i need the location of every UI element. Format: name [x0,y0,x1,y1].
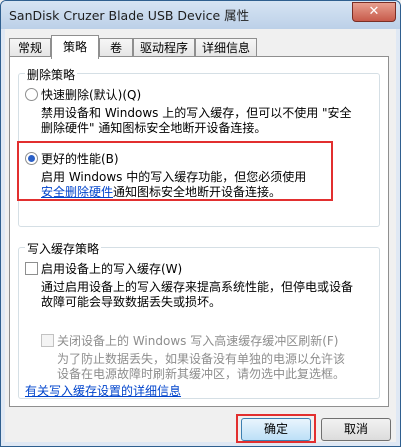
better-performance-radio[interactable] [25,152,38,165]
enable-write-cache-desc-1: 通过启用设备上的写入缓存来提高系统性能，但停电或设备 [41,280,354,294]
quick-removal-label[interactable]: 快速删除(默认)(Q) [41,86,141,103]
write-cache-policy-group: 写入缓存策略 启用设备上的写入缓存(W) 通过启用设备上的写入缓存来提高系统性能… [18,240,380,399]
enable-write-cache-label[interactable]: 启用设备上的写入缓存(W) [41,260,182,277]
safely-remove-hardware-link[interactable]: 安全删除硬件 [41,185,113,199]
tab-general[interactable]: 常规 [9,38,51,58]
tab-driver[interactable]: 驱动程序 [133,38,195,58]
better-performance-desc-2-rest: 通知图标安全地断开设备连接。 [113,185,282,199]
quick-removal-desc-1: 禁用设备和 Windows 上的写入缓存，但可以不使用 "安全 [41,106,352,120]
removal-policy-group: 删除策略 快速删除(默认)(Q) 禁用设备和 Windows 上的写入缓存，但可… [17,66,380,227]
close-button[interactable]: ✕ [352,2,396,22]
properties-window: SanDisk Cruzer Blade USB Device 属性 ✕ 常规 … [0,0,401,447]
removal-policy-label: 删除策略 [25,66,78,83]
window-title: SanDisk Cruzer Blade USB Device 属性 [9,8,250,23]
better-performance-desc-1: 启用 Windows 中的写入缓存功能，但您必须使用 [41,170,307,184]
dialog-client: 常规 策略 卷 驱动程序 详细信息 删除策略 快速删除(默认)(Q) 禁用设备和… [5,29,396,443]
title-bar[interactable]: SanDisk Cruzer Blade USB Device 属性 ✕ [1,1,400,29]
cancel-button[interactable]: 取消 [321,418,391,441]
policies-panel: 删除策略 快速删除(默认)(Q) 禁用设备和 Windows 上的写入缓存，但可… [9,56,389,407]
tab-policies[interactable]: 策略 [51,35,99,59]
write-cache-details-link[interactable]: 有关写入缓存设置的详细信息 [25,384,181,399]
quick-removal-desc-2: 删除硬件" 通知图标安全地断开设备连接。 [41,121,267,135]
flush-buffer-desc-1: 为了防止数据丢失，如果设备没有单独的电源以允许该 [57,352,346,366]
better-performance-desc-2: 安全删除硬件通知图标安全地断开设备连接。 [41,185,281,200]
quick-removal-radio[interactable] [25,88,38,101]
tab-details[interactable]: 详细信息 [195,38,257,58]
flush-buffer-checkbox[interactable] [41,334,54,347]
better-performance-label[interactable]: 更好的性能(B) [41,150,119,167]
enable-write-cache-desc-2: 故障可能会导致数据丢失或损坏。 [41,295,222,309]
write-cache-policy-label: 写入缓存策略 [25,240,102,257]
tab-volumes[interactable]: 卷 [99,38,133,58]
flush-buffer-label[interactable]: 关闭设备上的 Windows 写入高速缓存缓冲区刷新(F) [57,332,338,349]
flush-buffer-desc-2: 设备在电源故障时刷新其缓冲区，请勿选中此复选框。 [57,367,346,381]
ok-button[interactable]: 确定 [241,418,311,441]
enable-write-cache-checkbox[interactable] [25,262,38,275]
